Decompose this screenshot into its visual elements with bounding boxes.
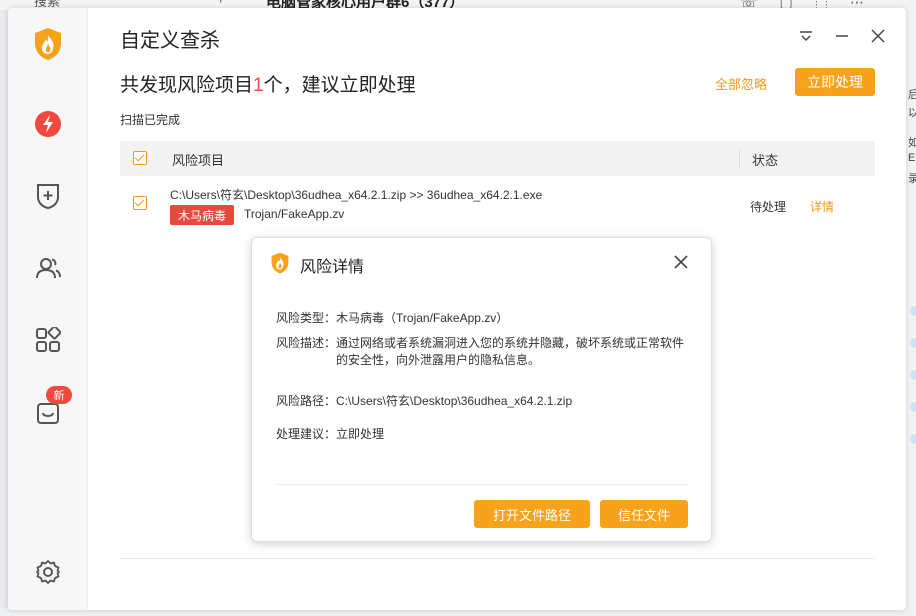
risk-path-row: 风险路径：C:\Users\符玄\Desktop\36udhea_x64.2.1… xyxy=(276,393,572,410)
sidebar-item-accounts[interactable] xyxy=(28,248,68,288)
menu-button[interactable] xyxy=(796,26,816,46)
menu-icon xyxy=(800,31,812,42)
shield-plus-icon xyxy=(37,184,59,210)
shield-flame-icon xyxy=(271,252,289,274)
ignore-all-link[interactable]: 全部忽略 xyxy=(715,74,767,93)
background-glyph: E xyxy=(908,152,916,164)
risk-summary-headline: 共发现风险项目1个，建议立即处理 xyxy=(120,70,416,97)
risk-path-value: C:\Users\符玄\Desktop\36udhea_x64.2.1.zip xyxy=(336,394,573,408)
sidebar-item-settings[interactable] xyxy=(28,552,68,592)
advice-label: 处理建议： xyxy=(276,427,337,441)
minimize-icon xyxy=(836,35,848,37)
risk-path-label: 风险路径： xyxy=(276,394,337,408)
risk-file-path: C:\Users\符玄\Desktop\36udhea_x64.2.1.zip … xyxy=(170,188,543,202)
trust-file-button[interactable]: 信任文件 xyxy=(600,500,688,528)
shield-flame-logo xyxy=(35,28,61,60)
users-icon xyxy=(36,258,61,279)
column-divider xyxy=(739,149,740,169)
advice-value: 立即处理 xyxy=(336,427,385,441)
background-dot xyxy=(910,434,916,444)
sidebar-item-apps[interactable] xyxy=(28,320,68,360)
minimize-button[interactable] xyxy=(832,26,852,46)
threat-name: Trojan/FakeApp.zv xyxy=(244,207,345,221)
risk-type-tag: 木马病毒 xyxy=(170,205,235,225)
column-risk-item: 风险项目 xyxy=(172,153,225,168)
dialog-divider xyxy=(276,484,688,485)
advice-row: 处理建议：立即处理 xyxy=(276,426,384,443)
antivirus-window: 新 自定义查杀 共发现风险项目1个，建议立即处理 全部忽略 立即处理 扫描已完成… xyxy=(8,8,906,610)
background-dot xyxy=(910,370,916,380)
handle-now-button[interactable]: 立即处理 xyxy=(795,68,875,96)
app-logo xyxy=(28,24,68,64)
risk-count: 1 xyxy=(253,75,264,96)
background-glyph: 以 xyxy=(908,107,916,119)
bottom-divider xyxy=(120,558,875,559)
background-glyph: 如 xyxy=(908,137,916,149)
dialog-close-button[interactable] xyxy=(672,253,690,271)
lightning-icon xyxy=(35,111,61,137)
risk-description-value: 通过网络或者系统漏洞进入您的系统并隐藏，破坏系统或正常软件的安全性，向外泄露用户… xyxy=(336,336,685,367)
background-dot xyxy=(910,402,916,412)
details-link[interactable]: 详情 xyxy=(810,198,834,215)
table-header: 风险项目 状态 xyxy=(120,141,875,176)
apps-icon xyxy=(36,327,61,352)
summary-suffix: 个，建议立即处理 xyxy=(263,75,416,96)
new-badge: 新 xyxy=(46,386,72,404)
column-status: 状态 xyxy=(752,153,779,168)
risk-type-value: 木马病毒（Trojan/FakeApp.zv） xyxy=(336,311,509,325)
risk-description-row: 风险描述： 通过网络或者系统漏洞进入您的系统并隐藏，破坏系统或正常软件的安全性，… xyxy=(276,335,696,369)
select-all-checkbox[interactable] xyxy=(133,151,147,165)
row-checkbox[interactable] xyxy=(133,196,147,210)
risk-detail-dialog: 风险详情 风险类型：木马病毒（Trojan/FakeApp.zv） 风险描述： … xyxy=(251,237,712,542)
window-title: 自定义查杀 xyxy=(120,30,220,52)
close-icon xyxy=(674,255,688,269)
scan-status-text: 扫描已完成 xyxy=(120,113,181,127)
sidebar-item-speedup[interactable] xyxy=(28,104,68,144)
sidebar-item-protection[interactable] xyxy=(28,176,68,216)
background-glyph: 后 xyxy=(908,89,916,101)
risk-description-label: 风险描述： xyxy=(276,336,337,350)
background-right-strip: 后 以 如 E 录 xyxy=(906,0,916,616)
background-dot xyxy=(910,338,916,348)
open-file-path-button[interactable]: 打开文件路径 xyxy=(474,500,590,528)
gear-icon xyxy=(36,560,60,584)
risk-type-row: 风险类型：木马病毒（Trojan/FakeApp.zv） xyxy=(276,310,508,327)
close-button[interactable] xyxy=(868,26,888,46)
risk-type-label: 风险类型： xyxy=(276,311,337,325)
sidebar: 新 xyxy=(8,8,88,610)
summary-prefix: 共发现风险项目 xyxy=(120,75,254,96)
background-glyph: 录 xyxy=(908,173,916,185)
close-icon xyxy=(871,29,885,43)
risk-status: 待处理 xyxy=(750,200,787,214)
background-dot xyxy=(910,306,916,316)
dialog-title: 风险详情 xyxy=(300,259,365,276)
